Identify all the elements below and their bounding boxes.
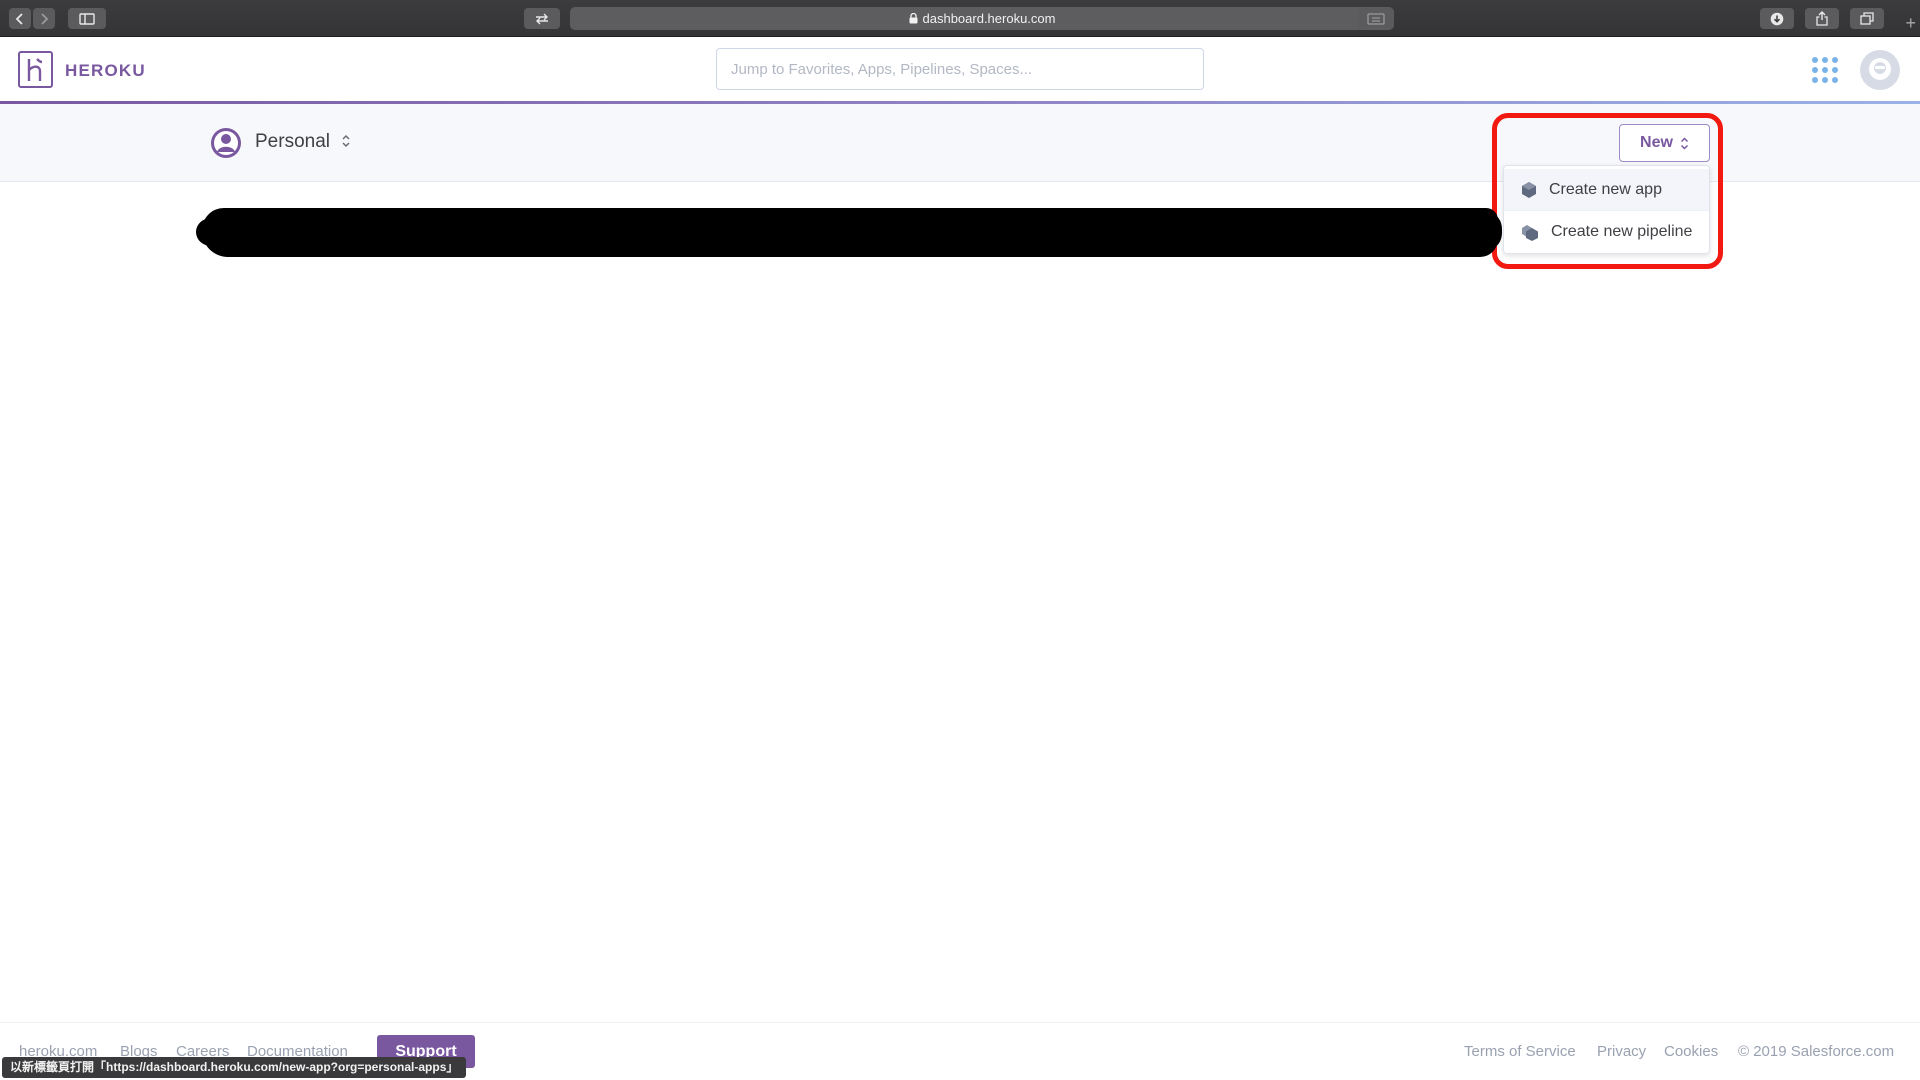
search-input[interactable] xyxy=(716,48,1204,90)
new-tab-button[interactable]: + xyxy=(1905,14,1916,32)
forward-button[interactable] xyxy=(33,8,55,29)
apps-grid-icon[interactable] xyxy=(1812,57,1838,83)
tab-switch-button[interactable] xyxy=(524,8,560,29)
swap-arrows-icon xyxy=(536,13,548,24)
downloads-button[interactable] xyxy=(1760,8,1794,29)
share-button[interactable] xyxy=(1805,8,1839,29)
sidebar-icon xyxy=(79,12,95,25)
lock-icon xyxy=(909,13,917,24)
redacted-content xyxy=(196,208,1502,257)
sidebar-toggle-button[interactable] xyxy=(68,8,106,29)
footer-copyright: © 2019 Salesforce.com xyxy=(1738,1043,1895,1060)
footer-link-privacy[interactable]: Privacy xyxy=(1597,1043,1646,1060)
reader-button[interactable] xyxy=(1358,8,1394,29)
brand-name[interactable]: HEROKU xyxy=(65,61,146,81)
back-button[interactable] xyxy=(9,8,31,29)
footer-link-terms[interactable]: Terms of Service xyxy=(1464,1043,1576,1060)
account-switcher[interactable]: Personal xyxy=(255,131,330,153)
pipeline-hexagons-icon xyxy=(1522,224,1538,241)
reader-icon xyxy=(1367,12,1385,25)
tabs-icon xyxy=(1860,12,1874,25)
chevron-left-icon xyxy=(15,12,23,25)
create-new-pipeline-item[interactable]: Create new pipeline xyxy=(1504,211,1709,252)
heroku-logo[interactable] xyxy=(18,51,53,88)
browser-toolbar: dashboard.heroku.com + xyxy=(0,0,1920,37)
account-avatar-icon[interactable] xyxy=(211,128,241,158)
footer-link-cookies[interactable]: Cookies xyxy=(1664,1043,1718,1060)
create-new-pipeline-label: Create new pipeline xyxy=(1551,222,1693,240)
chevron-updown-icon xyxy=(1680,136,1688,150)
create-new-app-label: Create new app xyxy=(1549,180,1662,198)
share-icon xyxy=(1816,11,1828,26)
user-avatar-icon xyxy=(1869,58,1891,80)
browser-status-bar: 以新標籤頁打開「https://dashboard.heroku.com/new… xyxy=(2,1057,467,1078)
address-url: dashboard.heroku.com xyxy=(922,11,1056,26)
person-icon xyxy=(214,131,238,155)
user-avatar[interactable] xyxy=(1860,50,1900,90)
heroku-logo-icon xyxy=(27,57,42,81)
chevron-updown-icon[interactable] xyxy=(341,134,351,148)
download-icon xyxy=(1770,12,1784,25)
tab-overview-button[interactable] xyxy=(1850,8,1884,29)
app-hexagon-icon xyxy=(1522,181,1536,198)
new-button-label: New xyxy=(1640,134,1673,151)
new-dropdown-menu: Create new app Create new pipeline xyxy=(1503,165,1710,254)
new-button[interactable]: New xyxy=(1619,124,1710,162)
create-new-app-item[interactable]: Create new app xyxy=(1504,169,1709,210)
chevron-right-icon xyxy=(41,12,49,25)
address-bar[interactable]: dashboard.heroku.com xyxy=(570,7,1394,30)
